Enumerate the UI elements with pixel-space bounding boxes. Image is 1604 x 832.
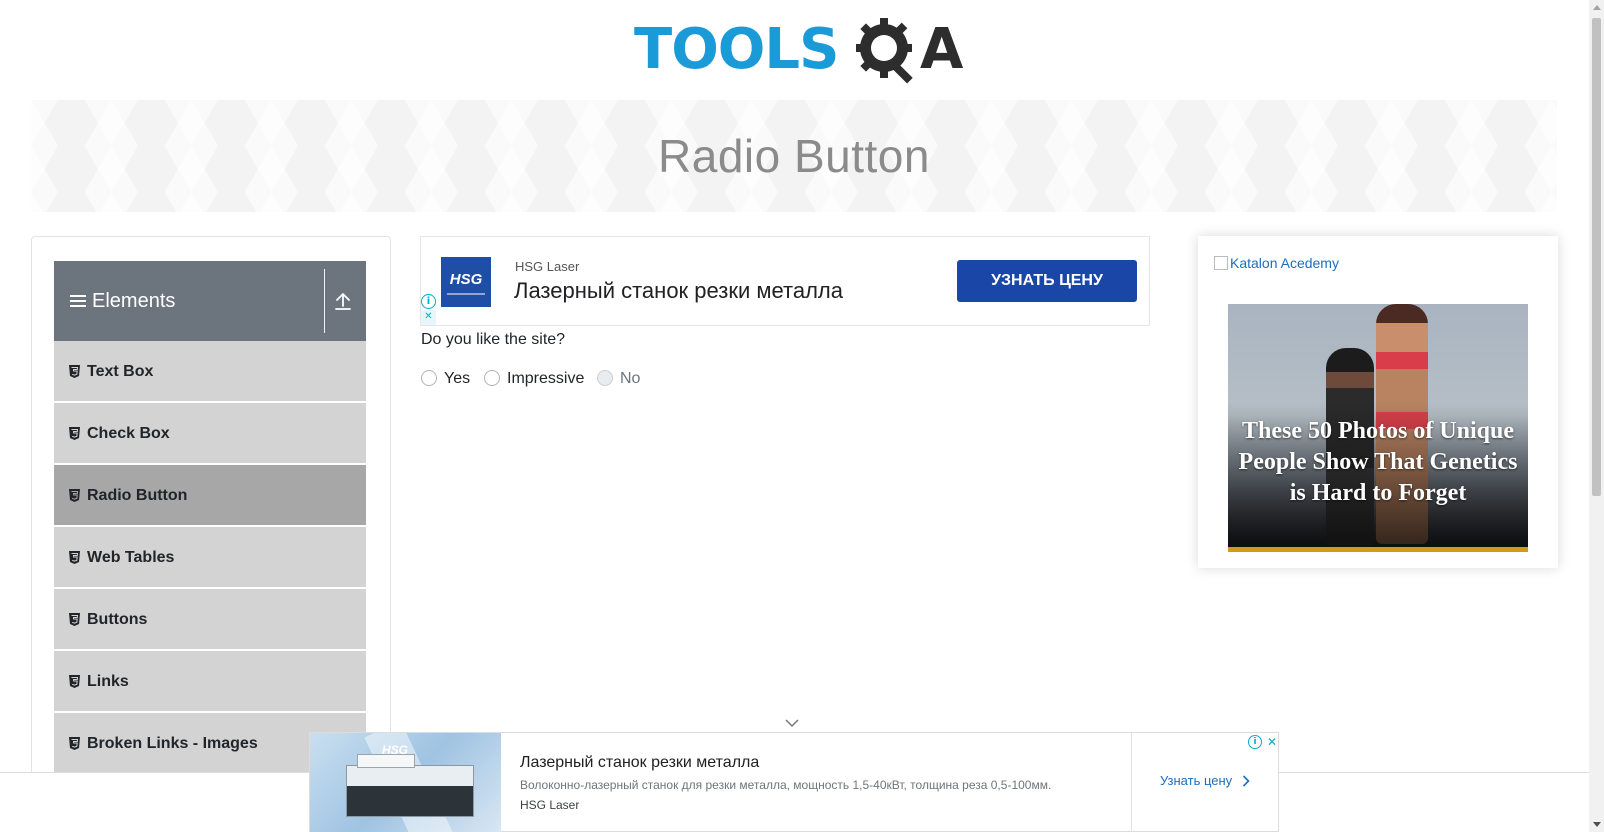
html5-icon	[69, 551, 80, 564]
promo-text: These 50 Photos of Unique People Show Th…	[1238, 418, 1518, 506]
promo-bar	[1228, 547, 1528, 552]
hsg-logo: HSG	[441, 257, 491, 307]
html5-icon	[69, 427, 80, 440]
sidebar-item-label: Check Box	[87, 425, 170, 442]
radio-label-yes[interactable]: Yes	[444, 368, 470, 390]
html5-icon	[69, 675, 80, 688]
html5-icon	[69, 365, 80, 378]
arrow-up-icon[interactable]	[334, 291, 352, 311]
bottom-ad-banner[interactable]: HSG Лазерный станок резки металла Волоко…	[309, 732, 1279, 832]
ad-logo-text: HSG	[449, 271, 483, 288]
scroll-up-arrow-icon[interactable]	[1593, 5, 1601, 10]
ad-brand: HSG Laser	[515, 259, 580, 274]
html5-icon	[69, 613, 80, 626]
bottom-ad-brand: HSG Laser	[520, 798, 580, 812]
scroll-down-arrow-icon[interactable]	[1593, 822, 1601, 827]
radio-label-impressive[interactable]: Impressive	[507, 368, 584, 390]
top-ad-banner[interactable]: HSG HSG Laser Лазерный станок резки мета…	[420, 236, 1150, 326]
sidebar-item-radio-button[interactable]: Radio Button	[54, 465, 366, 527]
header-divider	[324, 269, 325, 333]
ad-headline[interactable]: Лазерный станок резки металла	[514, 277, 843, 305]
ad-cta-button[interactable]: УЗНАТЬ ЦЕНУ	[957, 260, 1137, 302]
broken-image-link[interactable]: Katalon Acedemy	[1214, 254, 1339, 272]
sidebar-item-text-box[interactable]: Text Box	[54, 341, 366, 403]
broken-image-alt: Katalon Acedemy	[1230, 255, 1339, 271]
page-scrollbar[interactable]	[1589, 0, 1604, 832]
sidebar-item-buttons[interactable]: Buttons	[54, 589, 366, 651]
menu-icon	[70, 295, 86, 307]
radio-circle-disabled	[597, 370, 613, 386]
chevron-down-icon[interactable]	[785, 718, 799, 728]
ad-close-icon[interactable]: ✕	[421, 310, 436, 325]
sidebar-item-label: Web Tables	[87, 549, 175, 566]
sidebar-item-label: Buttons	[87, 611, 148, 628]
bottom-ad-logo: HSG	[382, 743, 409, 757]
sidebar-item-label: Links	[87, 673, 129, 690]
sidebar-item-links[interactable]: Links	[54, 651, 366, 713]
bottom-ad-headline[interactable]: Лазерный станок резки металла	[520, 753, 759, 773]
adchoices-info-icon[interactable]: i	[1248, 735, 1262, 749]
radio-circle[interactable]	[421, 370, 437, 386]
bottom-ad-image[interactable]: HSG	[310, 733, 501, 832]
bottom-ad-description: Волоконно-лазерный станок для резки мета…	[520, 778, 1052, 792]
group-title: Elements	[92, 290, 176, 312]
radio-label-no: No	[620, 370, 641, 387]
sidebar-item-check-box[interactable]: Check Box	[54, 403, 366, 465]
logo-text-tools: TOOLS	[634, 17, 839, 82]
ad-close-icon[interactable]: ✕	[1265, 735, 1279, 749]
page-banner: Radio Button	[31, 100, 1557, 212]
sidebar-item-label: Text Box	[87, 363, 154, 380]
radio-circle[interactable]	[484, 370, 500, 386]
html5-icon	[69, 737, 80, 750]
html5-icon	[69, 489, 80, 502]
bottom-ad-cta-link[interactable]: Узнать цену	[1160, 773, 1232, 789]
chevron-right-icon[interactable]	[1242, 775, 1250, 787]
sidebar-item-web-tables[interactable]: Web Tables	[54, 527, 366, 589]
adchoices-info-icon[interactable]: i	[421, 294, 436, 309]
page-title: Radio Button	[658, 130, 930, 182]
logo-text-a: A	[920, 17, 963, 82]
promo-image[interactable]: These 50 Photos of Unique People Show Th…	[1228, 304, 1528, 552]
question-text: Do you like the site?	[421, 331, 566, 348]
scrollbar-thumb[interactable]	[1592, 18, 1601, 496]
elements-group-header[interactable]: Elements	[54, 261, 366, 341]
sidebar-item-label: Radio Button	[87, 487, 188, 504]
gear-magnifier-icon	[856, 18, 913, 84]
toolsqa-logo[interactable]: TOOLS A	[634, 14, 963, 92]
right-ad-panel[interactable]: Katalon Acedemy These 50 Photos of Uniqu…	[1198, 236, 1558, 568]
laser-machine-image	[346, 754, 474, 817]
sidebar-item-label: Broken Links - Images	[87, 735, 258, 752]
broken-image-icon	[1214, 256, 1228, 270]
